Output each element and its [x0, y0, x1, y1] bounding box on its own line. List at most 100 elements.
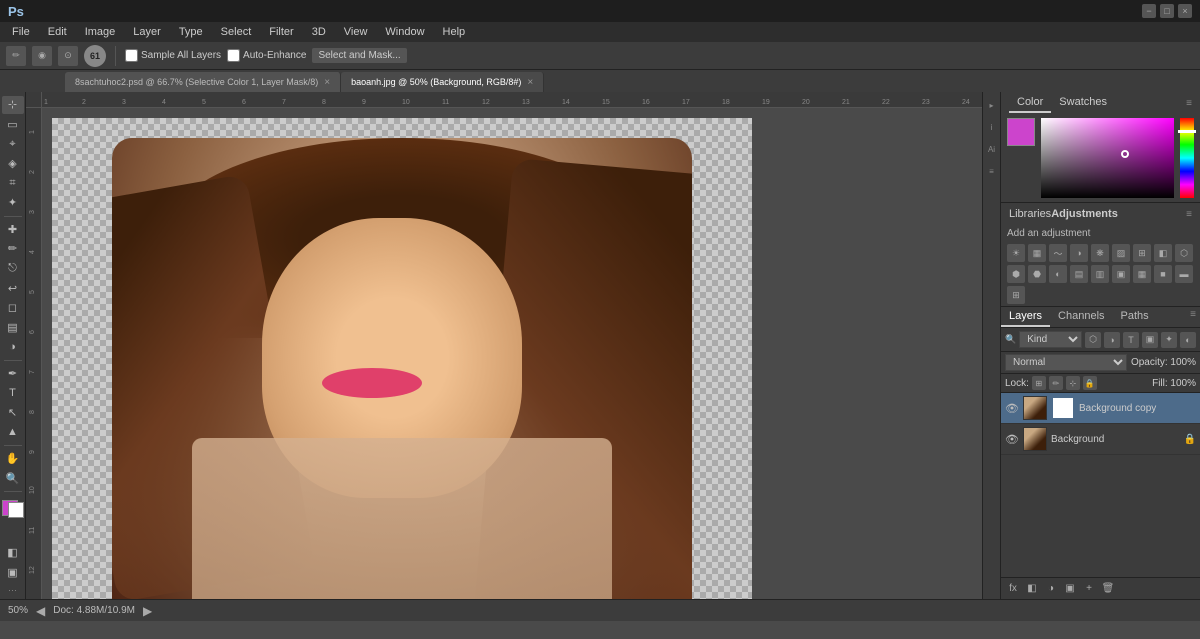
minimize-button[interactable]: −	[1142, 4, 1156, 18]
move-tool[interactable]: ⊹	[2, 96, 24, 114]
healing-tool[interactable]: ✚	[2, 221, 24, 239]
lock-all-icon[interactable]: 🔒	[1083, 376, 1097, 390]
extra-tools[interactable]: ···	[8, 585, 17, 595]
menu-3d[interactable]: 3D	[304, 25, 334, 39]
eyedropper-tool[interactable]: ✦	[2, 194, 24, 212]
layer-kind-select[interactable]: Kind	[1019, 331, 1082, 348]
history-brush-tool[interactable]: ↩	[2, 279, 24, 297]
pattern-fill-icon[interactable]: ⊞	[1007, 286, 1025, 304]
panel-menu-icon[interactable]: ≡	[1186, 307, 1200, 327]
layer-new-button[interactable]: +	[1081, 581, 1097, 597]
menu-filter[interactable]: Filter	[261, 25, 301, 39]
marquee-tool[interactable]: ▭	[2, 116, 24, 134]
close-button[interactable]: ×	[1178, 4, 1192, 18]
panel-menu-icon[interactable]: ≡	[1186, 209, 1192, 220]
menu-type[interactable]: Type	[171, 25, 211, 39]
tab-8sachtuhoc2[interactable]: 8sachtuhoc2.psd @ 66.7% (Selective Color…	[65, 72, 341, 92]
tab-channels[interactable]: Channels	[1050, 307, 1112, 327]
select-mask-button[interactable]: Select and Mask...	[312, 48, 406, 63]
hue-slider[interactable]	[1180, 118, 1194, 198]
filter-shape-icon[interactable]: ▣	[1142, 332, 1158, 348]
lock-pixels-icon[interactable]: ⊞	[1032, 376, 1046, 390]
brightness-contrast-icon[interactable]: ☀	[1007, 244, 1025, 262]
menu-view[interactable]: View	[336, 25, 376, 39]
canvas-area[interactable]: 1 2 3 4 5 6 7 8 9 10 11 12 13 14 15 16 1…	[26, 92, 982, 599]
solid-color-icon[interactable]: ■	[1154, 265, 1172, 283]
type-tool[interactable]: T	[2, 384, 24, 402]
menu-image[interactable]: Image	[77, 25, 124, 39]
brush-tool-icon[interactable]: ✏	[6, 46, 26, 66]
quick-select-icon[interactable]: ⊙	[58, 46, 78, 66]
layer-visibility-icon[interactable]: 👁	[1005, 402, 1019, 415]
path-tool[interactable]: ✒	[2, 365, 24, 383]
tab-close-icon[interactable]: ×	[527, 77, 533, 88]
screen-mode-tool[interactable]: ▣	[2, 563, 24, 581]
panel-collapse-icon[interactable]: ≡	[1186, 98, 1192, 109]
levels-icon[interactable]: ▦	[1028, 244, 1046, 262]
sample-all-layers-checkbox[interactable]	[125, 49, 138, 62]
bw-icon[interactable]: ◧	[1154, 244, 1172, 262]
tab-paths[interactable]: Paths	[1113, 307, 1157, 327]
ai-icon[interactable]: Ai	[983, 140, 1001, 158]
posterize-icon[interactable]: ▤	[1070, 265, 1088, 283]
color-gradient[interactable]	[1041, 118, 1174, 198]
window-controls[interactable]: − □ ×	[1142, 4, 1192, 18]
color-panel-header[interactable]: Color Swatches ≡	[1001, 92, 1200, 114]
menu-window[interactable]: Window	[377, 25, 432, 39]
tab-layers[interactable]: Layers	[1001, 307, 1050, 327]
layer-adjustment-button[interactable]: ◑	[1043, 581, 1059, 597]
lasso-tool[interactable]: ⌖	[2, 135, 24, 153]
threshold-icon[interactable]: ▥	[1091, 265, 1109, 283]
layer-row-background-copy[interactable]: 👁 Background copy	[1001, 393, 1200, 424]
quick-select-tool[interactable]: ◈	[2, 155, 24, 173]
tab-swatches[interactable]: Swatches	[1051, 93, 1115, 113]
info-panel-icon[interactable]: i	[983, 118, 1001, 136]
gradient-tool[interactable]: ▤	[2, 319, 24, 337]
canvas-document[interactable]	[52, 118, 752, 599]
gradient-map-icon[interactable]: ▣	[1112, 265, 1130, 283]
tab-close-icon[interactable]: ×	[324, 77, 330, 88]
libraries-tab[interactable]: Libraries	[1009, 208, 1051, 220]
layer-group-button[interactable]: ▣	[1062, 581, 1078, 597]
tab-color[interactable]: Color	[1009, 93, 1051, 113]
menu-select[interactable]: Select	[213, 25, 260, 39]
hsl-icon[interactable]: ▨	[1112, 244, 1130, 262]
lock-position-icon[interactable]: ✏	[1049, 376, 1063, 390]
filter-type-icon[interactable]: T	[1123, 332, 1139, 348]
brush-tool[interactable]: ✏	[2, 240, 24, 258]
brush-size-circle[interactable]: 61	[84, 45, 106, 67]
blend-mode-select[interactable]: Normal	[1005, 354, 1127, 371]
filter-smart-icon[interactable]: ✦	[1161, 332, 1177, 348]
vibrance-icon[interactable]: ❋	[1091, 244, 1109, 262]
menu-file[interactable]: File	[4, 25, 38, 39]
exposure-icon[interactable]: ◑	[1070, 244, 1088, 262]
gradient-fill-icon[interactable]: ▬	[1175, 265, 1193, 283]
filter-adjustment-icon[interactable]: ◑	[1104, 332, 1120, 348]
zoom-tool[interactable]: 🔍	[2, 470, 24, 488]
background-color[interactable]	[8, 502, 24, 518]
histogram-icon[interactable]: ▸	[983, 96, 1001, 114]
quick-mask-tool[interactable]: ◧	[2, 544, 24, 562]
channel-mixer-icon[interactable]: ⬢	[1007, 265, 1025, 283]
layer-row-background[interactable]: 👁 Background 🔒	[1001, 424, 1200, 455]
auto-enhance-checkbox[interactable]	[227, 49, 240, 62]
curves-icon[interactable]: 〜	[1049, 244, 1067, 262]
adjustments-tab[interactable]: Adjustments	[1051, 208, 1118, 220]
selective-color-icon[interactable]: ▦	[1133, 265, 1151, 283]
maximize-button[interactable]: □	[1160, 4, 1174, 18]
path-select-tool[interactable]: ↖	[2, 404, 24, 422]
filter-toggle[interactable]: ◐	[1180, 332, 1196, 348]
layer-delete-button[interactable]: 🗑	[1100, 581, 1116, 597]
status-nav-next[interactable]: ▶	[143, 604, 152, 618]
dodge-tool[interactable]: ◑	[2, 338, 24, 356]
shape-tool[interactable]: ▲	[2, 424, 24, 442]
color-preview[interactable]	[1007, 118, 1035, 146]
color-balance-icon[interactable]: ⊞	[1133, 244, 1151, 262]
menu-layer[interactable]: Layer	[125, 25, 169, 39]
layer-mask-button[interactable]: ◧	[1024, 581, 1040, 597]
layer-visibility-icon[interactable]: 👁	[1005, 433, 1019, 446]
adjustments-header[interactable]: Libraries Adjustments ≡	[1001, 203, 1200, 225]
refine-edge-icon[interactable]: ◉	[32, 46, 52, 66]
lock-artboard-icon[interactable]: ⊹	[1066, 376, 1080, 390]
eraser-tool[interactable]: ◻	[2, 299, 24, 317]
